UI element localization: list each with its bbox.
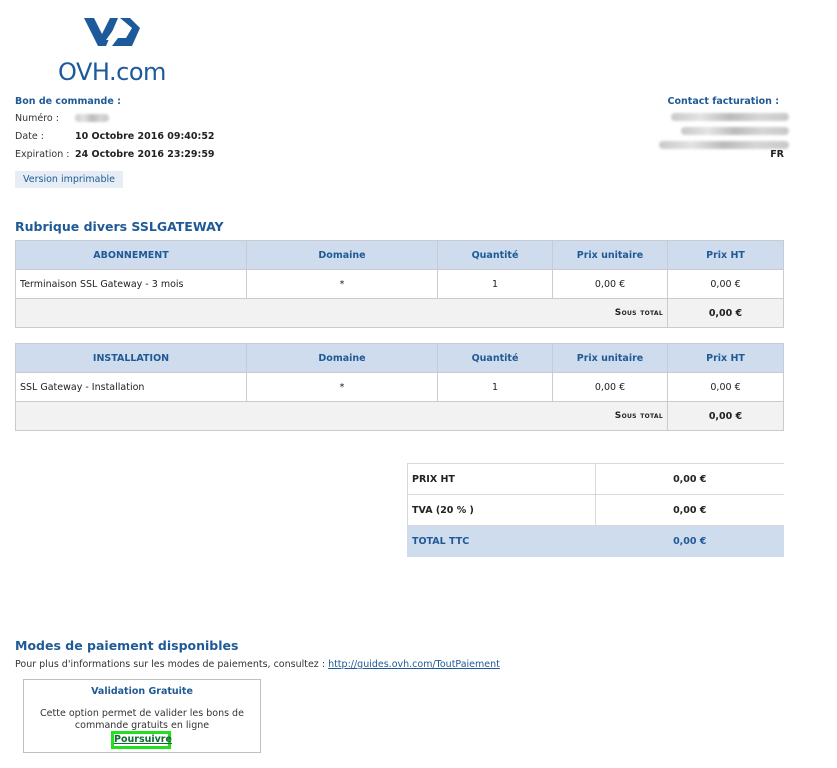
subtotal-row: Sous total 0,00 €	[15, 401, 784, 431]
free-validation-box: Validation Gratuite Cette option permet …	[23, 679, 261, 753]
billing-contact-title: Contact facturation :	[667, 96, 779, 107]
payment-guide-link[interactable]: http://guides.ovh.com/ToutPaiement	[328, 659, 500, 670]
installation-header-row: INSTALLATION Domaine Quantité Prix unita…	[15, 343, 784, 373]
header-quantity: Quantité	[437, 343, 553, 373]
free-validation-title: Validation Gratuite	[91, 686, 193, 697]
billing-country: FR	[770, 149, 784, 160]
free-validation-description: Cette option permet de valider les bons …	[40, 708, 244, 731]
total-row-vat: TVA (20 % ) 0,00 €	[407, 494, 784, 526]
vat-label: TVA (20 % )	[407, 494, 596, 526]
header-unit-price: Prix unitaire	[552, 240, 668, 270]
order-expiration-label: Expiration :	[15, 149, 70, 160]
header-installation: INSTALLATION	[15, 343, 247, 373]
item-quantity: 1	[437, 269, 553, 299]
ovh-logo: OVH.com	[58, 14, 168, 86]
continue-button[interactable]: Poursuivre	[111, 731, 172, 749]
header-unit-price: Prix unitaire	[552, 343, 668, 373]
billing-address-redacted	[659, 113, 789, 152]
total-ttc-value: 0,00 €	[595, 525, 784, 557]
item-label: SSL Gateway - Installation	[15, 372, 247, 402]
table-row: SSL Gateway - Installation * 1 0,00 € 0,…	[15, 372, 784, 402]
payment-info-text: Pour plus d'informations sur les modes d…	[15, 659, 326, 670]
item-label: Terminaison SSL Gateway - 3 mois	[15, 269, 247, 299]
section-title: Rubrique divers SSLGATEWAY	[15, 219, 224, 234]
subtotal-label: Sous total	[15, 401, 668, 431]
ovh-brand-text: OVH.com	[58, 58, 166, 86]
subtotal-value: 0,00 €	[667, 401, 784, 431]
order-expiration-value: 24 Octobre 2016 23:29:59	[75, 149, 215, 160]
header-price-ht: Prix HT	[667, 343, 784, 373]
total-row-ht: PRIX HT 0,00 €	[407, 463, 784, 495]
item-unit-price: 0,00 €	[552, 269, 668, 299]
ovh-logo-icon	[84, 18, 140, 46]
item-price-ht: 0,00 €	[667, 269, 784, 299]
header-domain: Domaine	[246, 240, 438, 270]
payment-title: Modes de paiement disponibles	[15, 638, 239, 653]
subtotal-row: Sous total 0,00 €	[15, 298, 784, 328]
order-date-label: Date :	[15, 131, 44, 142]
installation-table: INSTALLATION Domaine Quantité Prix unita…	[15, 343, 784, 431]
subtotal-label: Sous total	[15, 298, 668, 328]
item-price-ht: 0,00 €	[667, 372, 784, 402]
table-row: Terminaison SSL Gateway - 3 mois * 1 0,0…	[15, 269, 784, 299]
printable-version-button[interactable]: Version imprimable	[15, 171, 124, 188]
subtotal-value: 0,00 €	[667, 298, 784, 328]
total-ttc-label: TOTAL TTC	[407, 525, 596, 557]
header-subscription: ABONNEMENT	[15, 240, 247, 270]
order-date-value: 10 Octobre 2016 09:40:52	[75, 131, 215, 142]
total-ht-label: PRIX HT	[407, 463, 596, 495]
vat-value: 0,00 €	[595, 494, 784, 526]
header-domain: Domaine	[246, 343, 438, 373]
header-price-ht: Prix HT	[667, 240, 784, 270]
subscription-header-row: ABONNEMENT Domaine Quantité Prix unitair…	[15, 240, 784, 270]
item-domain: *	[246, 269, 438, 299]
order-number-redacted	[75, 114, 109, 125]
item-domain: *	[246, 372, 438, 402]
total-ht-value: 0,00 €	[595, 463, 784, 495]
subscription-table: ABONNEMENT Domaine Quantité Prix unitair…	[15, 240, 784, 328]
totals-table: PRIX HT 0,00 € TVA (20 % ) 0,00 € TOTAL …	[407, 463, 784, 557]
header-quantity: Quantité	[437, 240, 553, 270]
order-title: Bon de commande :	[15, 96, 121, 107]
total-row-ttc: TOTAL TTC 0,00 €	[407, 525, 784, 557]
order-number-label: Numéro :	[15, 113, 59, 124]
payment-info: Pour plus d'informations sur les modes d…	[15, 659, 500, 670]
item-unit-price: 0,00 €	[552, 372, 668, 402]
item-quantity: 1	[437, 372, 553, 402]
